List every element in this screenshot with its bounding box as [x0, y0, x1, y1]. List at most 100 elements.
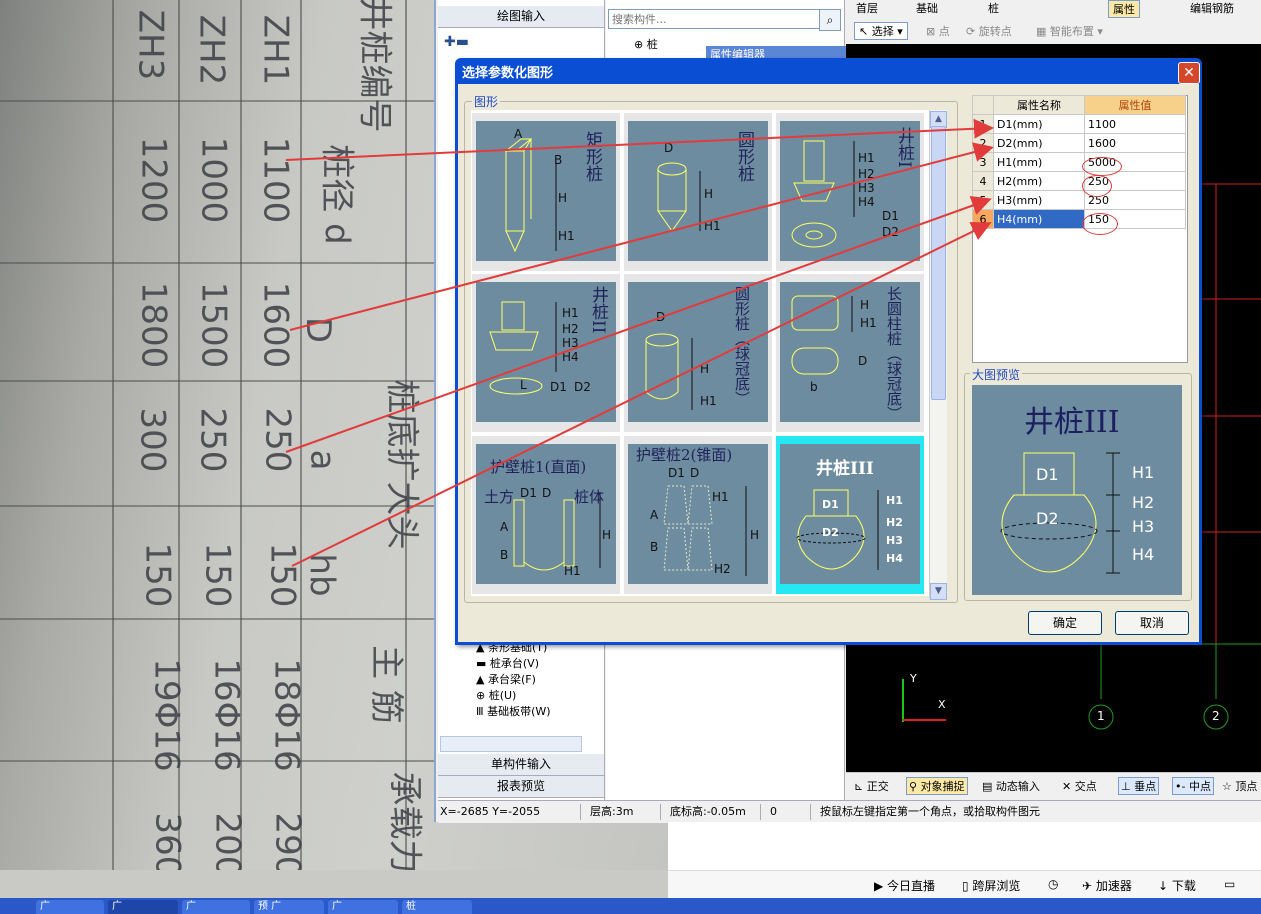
- tree-item-pile[interactable]: ⊕ 桩(U): [476, 688, 596, 704]
- status-coords: X=-2685 Y=-2055: [438, 804, 581, 820]
- photo-col8-r3: 360: [147, 812, 188, 870]
- taskbar-item-6[interactable]: 桩: [402, 900, 472, 914]
- tile-round-pile-dome[interactable]: D H H1 圆形桩（球冠底）: [624, 274, 772, 432]
- taskbar-item-3[interactable]: 广: [182, 900, 250, 914]
- scrollbar-thumb[interactable]: [931, 126, 946, 400]
- row-number: 3: [972, 152, 994, 172]
- nav-report-preview[interactable]: 报表预览: [438, 776, 604, 798]
- tile-label: H1: [558, 229, 575, 243]
- taskbar-item-5[interactable]: 广: [328, 900, 398, 914]
- tile-label: H1: [886, 494, 903, 507]
- tree-item-foundation-strip[interactable]: Ⅲ 基础板带(W): [476, 704, 596, 720]
- photo-col8-r2: 200: [207, 812, 248, 870]
- taskbar-item-1[interactable]: 广: [36, 900, 104, 914]
- attr-button[interactable]: 属性: [1108, 0, 1140, 18]
- shape-group-label: 图形: [472, 93, 501, 110]
- tile-label: D2: [822, 526, 839, 539]
- midpoint-button[interactable]: •- 中点: [1172, 777, 1214, 795]
- dynamic-input-button[interactable]: ▤ 动态输入: [982, 778, 1040, 794]
- tile-label: B: [500, 548, 509, 562]
- smart-layout-button[interactable]: ▦ 智能布置 ▾: [1036, 23, 1103, 39]
- tile-round-pile[interactable]: D H H1 圆形桩: [624, 113, 772, 271]
- mid-tree-item-pile[interactable]: ⊕ 桩: [634, 36, 658, 52]
- tile-well-pile-1[interactable]: H1 H2 H3 H4 D1 D2 井桩I: [776, 113, 924, 271]
- row-number: 2: [972, 133, 994, 153]
- tile-label: H2: [562, 322, 579, 336]
- taskbar-item-2[interactable]: 广: [108, 900, 178, 914]
- tile-wall-pile-1[interactable]: 护壁桩1(直面) 土方 D1 D 桩体 A B H H1: [472, 436, 620, 594]
- tree-item-cap-beam[interactable]: ▲ 承台梁(F): [476, 672, 596, 688]
- tree-item-pile-cap[interactable]: ▬ 桩承台(V): [476, 656, 596, 672]
- left-hscroll[interactable]: [440, 736, 582, 752]
- close-icon[interactable]: ✕: [1178, 62, 1200, 84]
- taskbar-item-4[interactable]: 预 广: [254, 900, 324, 914]
- tile-label: H4: [886, 552, 903, 565]
- property-table: 属性名称 属性值 1 D1(mm) 1100 2 D2(mm) 1600 3 H…: [972, 95, 1186, 229]
- tile-wall-pile-2[interactable]: 护壁桩2(锥面) D1 D A B H1 H H2: [624, 436, 772, 594]
- intersection-button[interactable]: ✕ 交点: [1062, 778, 1097, 794]
- axis-label-1: 1: [1097, 709, 1105, 723]
- accelerator-button[interactable]: ✈ 加速器: [1082, 877, 1132, 894]
- ortho-button[interactable]: ⊾ 正交: [854, 778, 889, 794]
- toolbar-top: 首层 基础 桩 属性 编辑钢筋: [846, 0, 1261, 18]
- nav-single-input[interactable]: 单构件输入: [438, 754, 604, 776]
- row-number: 5: [972, 190, 994, 210]
- tile-name: 护壁桩2(锥面): [636, 446, 733, 464]
- download-button[interactable]: ↓ 下载: [1158, 877, 1196, 894]
- tile-name: 井桩III: [816, 459, 874, 479]
- status-floor-height: 层高:3m: [588, 804, 661, 820]
- y-axis-label: Y: [910, 672, 917, 685]
- tile-label: B: [650, 540, 659, 554]
- tile-well-pile-3[interactable]: 井桩III D1 D2 H1 H2 H3 H4: [776, 436, 924, 594]
- floor-select[interactable]: 首层: [856, 0, 878, 16]
- prop-value-input[interactable]: 1100: [1084, 114, 1186, 134]
- prop-name: H2(mm): [993, 171, 1085, 191]
- tile-name: 圆形桩（球冠底）: [733, 286, 751, 406]
- photo-col3-r2: 1500: [193, 281, 234, 369]
- annotation-circle: [1082, 213, 1118, 235]
- tile-label: 桩体: [574, 488, 605, 506]
- object-snap-button[interactable]: ⚲ 对象捕捉: [906, 777, 968, 795]
- tile-label: H2: [858, 167, 875, 181]
- tile-oblong-pile-dome[interactable]: H H1 D b 长圆柱桩（球冠底）: [776, 274, 924, 432]
- search-input[interactable]: [608, 9, 824, 29]
- tile-rect-pile[interactable]: A B H H1 矩形桩: [472, 113, 620, 271]
- screenshot-icon[interactable]: ▭: [1224, 877, 1235, 891]
- scroll-down-icon[interactable]: ▼: [930, 583, 947, 600]
- col-header-name: 属性名称: [993, 95, 1085, 115]
- row-header-corner: [972, 95, 994, 115]
- status-hint: 按鼠标左键指定第一个角点，或拾取构件图元: [820, 805, 1040, 818]
- tile-well-pile-2[interactable]: H1 H2 H3 H4 L D1 D2 井桩II: [472, 274, 620, 432]
- type-select[interactable]: 桩: [988, 0, 999, 16]
- tile-label: H1: [564, 564, 581, 578]
- cancel-button[interactable]: 取消: [1115, 611, 1189, 635]
- point-button[interactable]: ⊠ 点: [926, 23, 950, 39]
- expand-all-icon[interactable]: ✚▬: [444, 34, 469, 50]
- tile-label: D2: [882, 225, 899, 239]
- tile-label: H1: [712, 490, 729, 504]
- photo-col2-head: 桩径 d: [316, 144, 357, 245]
- vertex-button[interactable]: ☆ 顶点: [1222, 778, 1257, 794]
- perpendicular-button[interactable]: ⊥ 垂点: [1118, 777, 1160, 795]
- search-icon[interactable]: ⌕: [819, 9, 841, 31]
- preview-label: D2: [1036, 509, 1059, 528]
- edit-rebar-button[interactable]: 编辑钢筋: [1190, 0, 1234, 16]
- prop-value-input[interactable]: 1600: [1084, 133, 1186, 153]
- nav-drawing-input[interactable]: 绘图输入: [438, 6, 604, 28]
- ok-button[interactable]: 确定: [1028, 611, 1102, 635]
- lower-blank-area: [668, 822, 1261, 870]
- tile-label: H4: [858, 195, 875, 209]
- clock-icon[interactable]: ◷: [1048, 877, 1058, 891]
- cross-screen-button[interactable]: ▯ 跨屏浏览: [962, 877, 1020, 894]
- photo-col1-r2: ZH2: [191, 14, 232, 86]
- photo-col4-r3: 300: [132, 407, 173, 473]
- select-button[interactable]: ↖ 选择 ▾: [854, 22, 908, 40]
- live-button[interactable]: ▶ 今日直播: [874, 877, 935, 894]
- prop-name: H4(mm): [993, 209, 1085, 229]
- axis-label-2: 2: [1212, 709, 1220, 723]
- status-base-height: 底标高:-0.05m: [668, 804, 761, 820]
- rotate-point-button[interactable]: ⟳ 旋转点: [966, 23, 1012, 39]
- tile-label: H2: [886, 516, 903, 529]
- category-select[interactable]: 基础: [916, 0, 938, 16]
- tile-label: H1: [860, 316, 877, 330]
